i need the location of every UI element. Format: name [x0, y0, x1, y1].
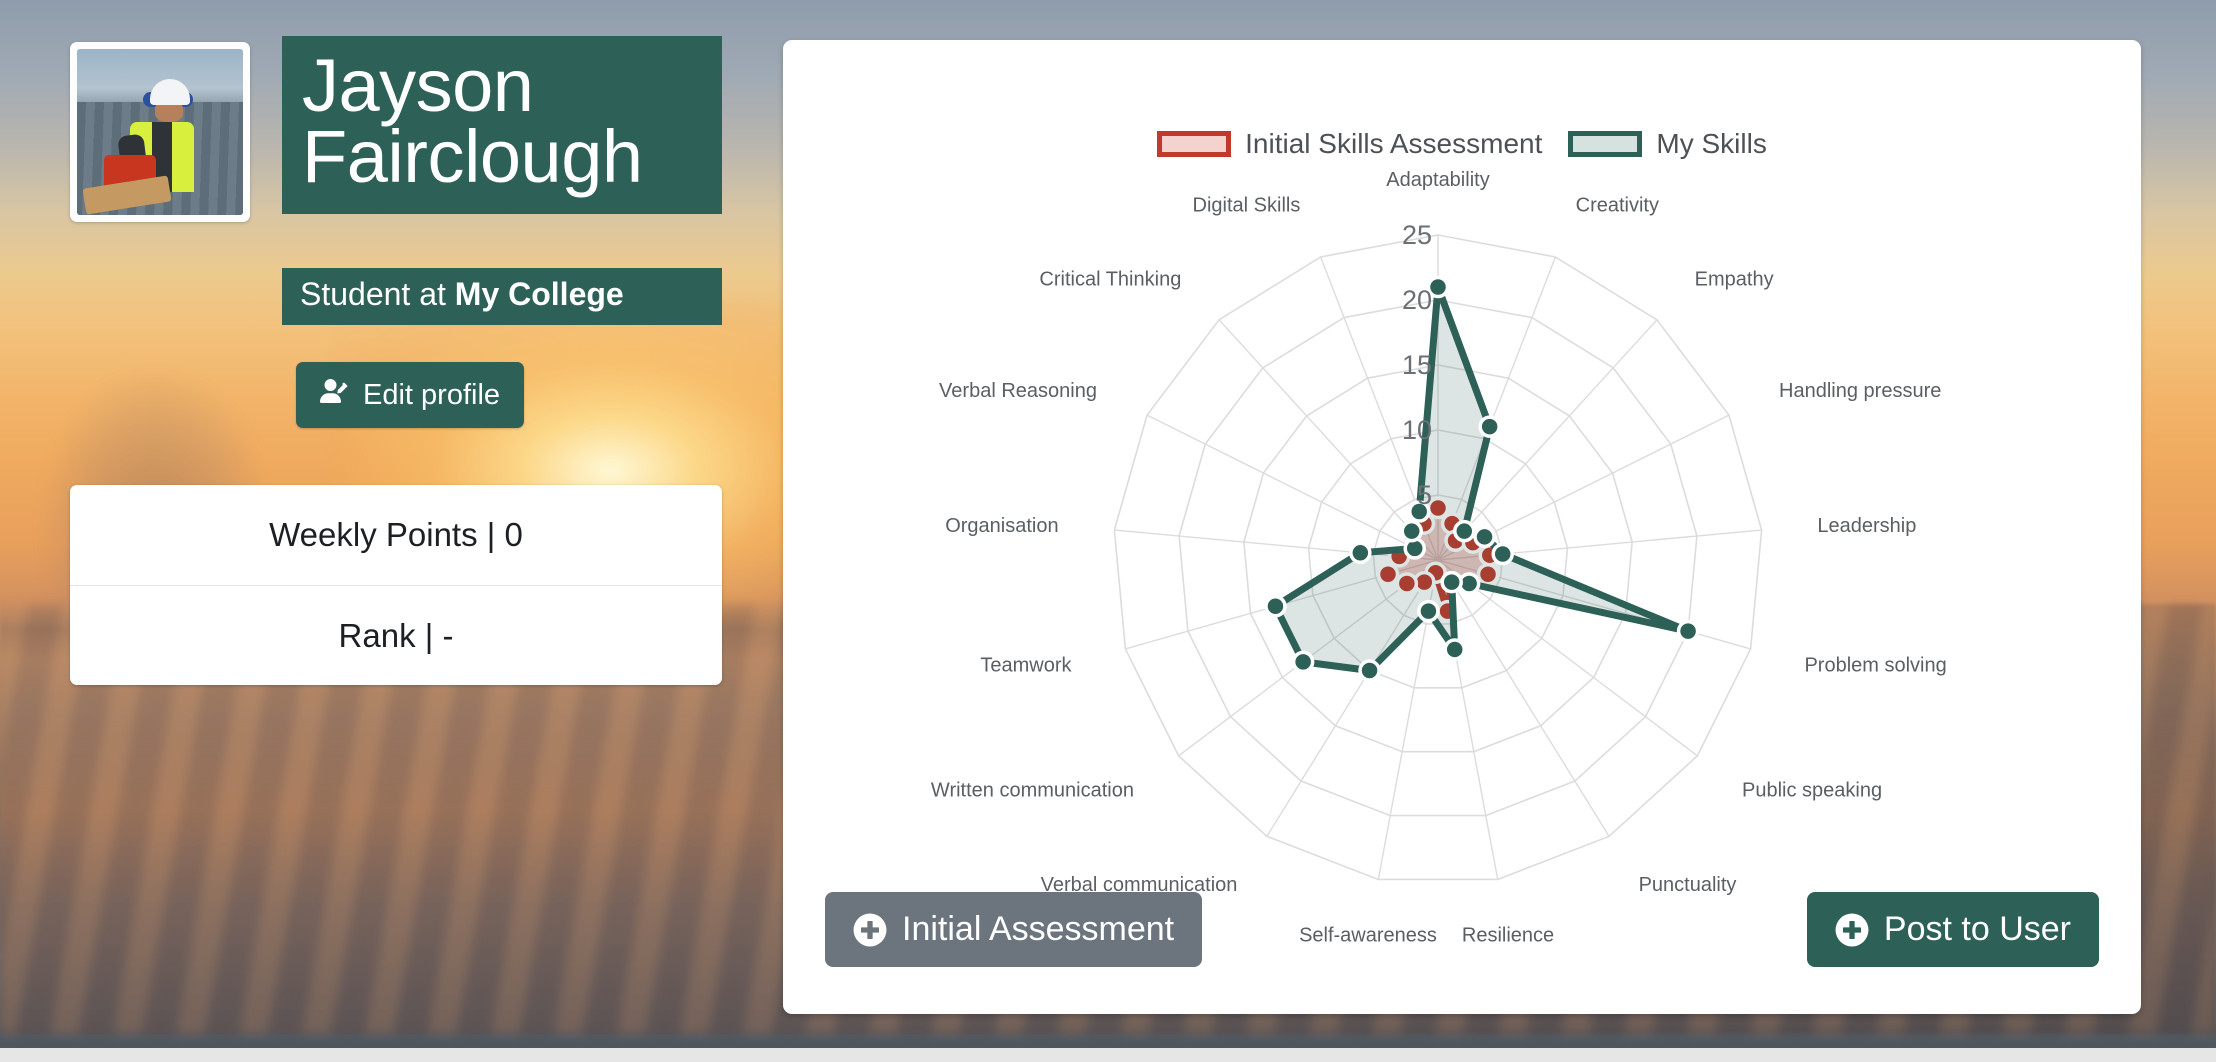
- chart-legend: Initial Skills Assessment My Skills: [783, 128, 2141, 160]
- radar-axis-label: Problem solving: [1804, 654, 1946, 676]
- legend-label-initial: Initial Skills Assessment: [1245, 128, 1543, 159]
- radar-axis-label: Creativity: [1576, 195, 1659, 217]
- plus-circle-icon: [1835, 913, 1869, 947]
- role-plate: Student at My College: [282, 268, 722, 325]
- radar-series-group: [1264, 275, 1700, 682]
- radar-axis-label: Handling pressure: [1779, 380, 1941, 402]
- avatar-image: [77, 49, 243, 215]
- page-bottom-bar: [0, 1048, 2216, 1062]
- user-edit-icon: [320, 376, 350, 414]
- radar-axis-label: Written communication: [931, 780, 1134, 802]
- edit-profile-button[interactable]: Edit profile: [296, 362, 525, 428]
- radar-axis-label: Punctuality: [1639, 874, 1737, 896]
- radar-axis-label: Organisation: [945, 515, 1058, 537]
- radar-axis-label: Empathy: [1695, 268, 1774, 290]
- plus-circle-icon: [853, 913, 887, 947]
- role-organisation: My College: [454, 276, 624, 312]
- radar-axis-label: Resilience: [1462, 925, 1554, 947]
- radar-axis-label: Teamwork: [980, 654, 1072, 676]
- role-prefix: Student at: [300, 276, 455, 312]
- profile-column: Jayson Fairclough Student at My College …: [0, 0, 760, 1000]
- radar-axis-label: Digital Skills: [1193, 195, 1301, 217]
- svg-text:20: 20: [1402, 285, 1432, 315]
- radar-axis-label: Leadership: [1817, 515, 1916, 537]
- weekly-points-row: Weekly Points | 0: [269, 516, 523, 553]
- stats-card: Weekly Points | 0 Rank | -: [70, 485, 722, 685]
- radar-axis-label: Public speaking: [1742, 780, 1882, 802]
- name-plate: Jayson Fairclough: [282, 36, 722, 215]
- legend-swatch-myskills: [1568, 131, 1643, 157]
- legend-label-myskills: My Skills: [1656, 128, 1767, 159]
- skills-chart-card: Initial Skills Assessment My Skills 5 10 1…: [783, 40, 2141, 1014]
- radar-axis-label: Self-awareness: [1299, 925, 1437, 947]
- svg-text:10: 10: [1402, 415, 1432, 445]
- role-text: Student at My College: [300, 276, 704, 313]
- radar-axis-label: Adaptability: [1386, 169, 1489, 191]
- legend-item-initial[interactable]: Initial Skills Assessment: [1157, 128, 1542, 160]
- svg-text:25: 25: [1402, 220, 1432, 250]
- radar-axis-label: Verbal Reasoning: [939, 380, 1097, 402]
- initial-assessment-button[interactable]: Initial Assessment: [825, 892, 1203, 967]
- radar-axis-label: Critical Thinking: [1039, 268, 1181, 290]
- radar-chart-svg: 5 10 15 20 25 Adaptability Creativity Empathy H…: [931, 169, 1947, 947]
- avatar[interactable]: [70, 42, 250, 222]
- legend-item-myskills[interactable]: My Skills: [1568, 128, 1767, 160]
- page-title: Jayson Fairclough: [302, 44, 643, 199]
- profile-page: Jayson Fairclough Student at My College …: [0, 0, 2216, 1062]
- post-to-user-label: Post to User: [1883, 910, 2071, 948]
- initial-assessment-label: Initial Assessment: [902, 910, 1175, 948]
- radar-chart: 5 10 15 20 25 Adaptability Creativity Empathy H…: [931, 160, 1988, 947]
- edit-profile-label: Edit profile: [363, 378, 501, 411]
- post-to-user-button[interactable]: Post to User: [1806, 892, 2099, 967]
- rank-row: Rank | -: [70, 585, 722, 685]
- svg-text:5: 5: [1417, 480, 1432, 510]
- svg-text:15: 15: [1402, 350, 1432, 380]
- legend-swatch-initial: [1157, 131, 1232, 157]
